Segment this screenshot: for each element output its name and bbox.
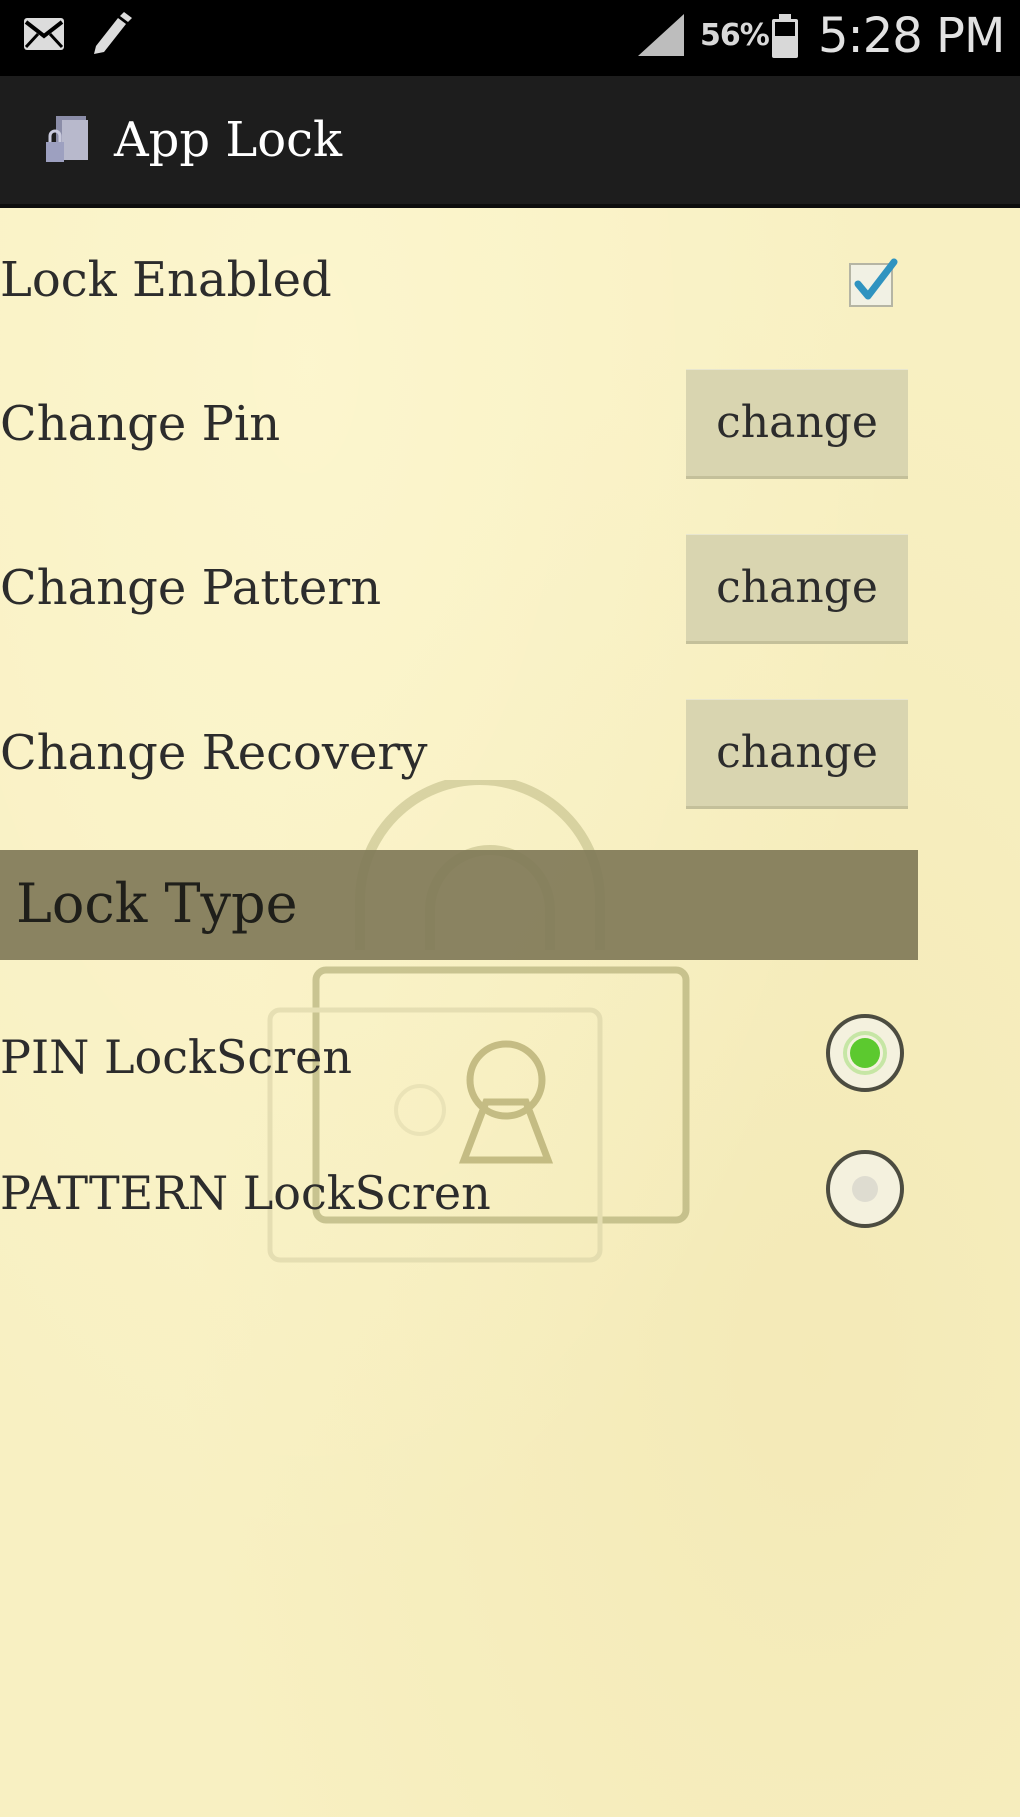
change-recovery-button[interactable]: change <box>686 699 908 809</box>
change-pin-label: Change Pin <box>0 396 281 452</box>
battery-icon <box>772 14 798 58</box>
status-bar: 56% 5:28 PM <box>0 0 1020 76</box>
pattern-lockscreen-label: PATTERN LockScren <box>0 1166 491 1220</box>
pattern-lockscreen-radio[interactable] <box>822 1146 908 1232</box>
edit-icon <box>94 12 132 54</box>
lock-type-header: Lock Type <box>0 850 918 960</box>
app-title: App Lock <box>114 112 343 168</box>
battery-percent: 56% <box>700 18 770 53</box>
lock-enabled-label: Lock Enabled <box>0 252 332 308</box>
lock-enabled-checkbox[interactable] <box>846 256 900 310</box>
action-bar: App Lock <box>0 76 1020 208</box>
status-clock: 5:28 PM <box>818 8 1005 64</box>
signal-icon <box>638 14 684 56</box>
mail-icon <box>24 18 64 50</box>
pin-lockscreen-radio[interactable] <box>822 1010 908 1096</box>
lock-type-title: Lock Type <box>16 872 298 935</box>
change-pattern-button[interactable]: change <box>686 534 908 644</box>
change-pattern-label: Change Pattern <box>0 560 382 616</box>
change-pin-button[interactable]: change <box>686 369 908 479</box>
pin-lockscreen-label: PIN LockScren <box>0 1030 352 1084</box>
app-lock-icon <box>46 116 88 162</box>
change-recovery-label: Change Recovery <box>0 725 428 781</box>
